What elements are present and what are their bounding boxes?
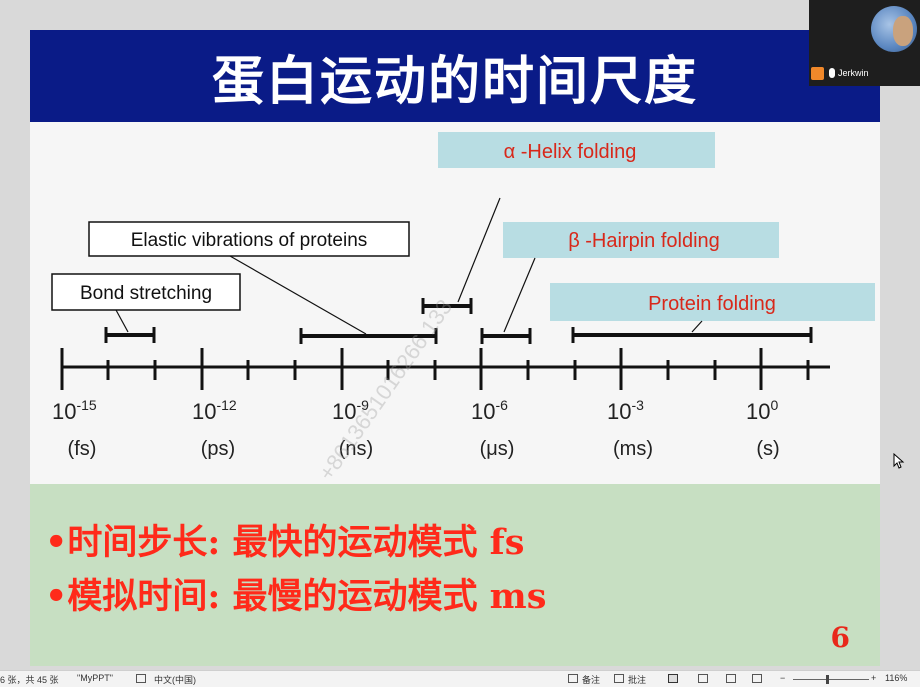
participant-name: Jerkwin [838, 68, 869, 78]
reading-view-icon[interactable] [726, 674, 736, 683]
notes-button[interactable]: 备注 [582, 673, 600, 686]
protein-folding-range-bar [571, 327, 813, 343]
bullet-time-step: •时间步长: 最快的运动模式 fs [45, 522, 525, 563]
zoom-level[interactable]: 116% [885, 673, 907, 683]
protein-folding-connector [691, 320, 703, 333]
page-number: 6 [830, 621, 850, 654]
unit-label: (ps) [201, 438, 235, 460]
slideshow-icon[interactable] [752, 674, 762, 683]
participant-face [893, 16, 913, 46]
theme-name: "MyPPT" [77, 673, 113, 683]
language-indicator[interactable]: 中文(中国) [154, 673, 196, 686]
slide-counter: 6 张，共 45 张 [0, 675, 59, 685]
microphone-icon [829, 68, 835, 78]
tick-label: 10-3 [607, 397, 644, 424]
bullet-simulation-time: •模拟时间: 最慢的运动模式 ms [45, 576, 547, 617]
tick-label: 10-6 [471, 397, 508, 424]
unit-label: (ms) [613, 438, 653, 460]
presentation-slide: 蛋白运动的时间尺度 α -Helix folding β -Hairpin fo… [30, 30, 880, 666]
slide-sorter-icon[interactable] [698, 674, 708, 683]
comments-button[interactable]: 批注 [628, 673, 646, 686]
beta-hairpin-label: β -Hairpin folding [568, 230, 720, 252]
alpha-helix-connector [457, 197, 501, 303]
participant-name-tag: Jerkwin [811, 64, 869, 82]
protein-folding-label: Protein folding [648, 293, 776, 315]
title-bar: 蛋白运动的时间尺度 [30, 30, 880, 122]
beta-hairpin-range-bar [480, 328, 532, 344]
alpha-helix-label: α -Helix folding [504, 141, 637, 163]
spellcheck-icon[interactable] [136, 674, 146, 683]
webcam-thumbnail[interactable]: Jerkwin [809, 0, 920, 86]
minor-ticks [106, 360, 810, 380]
beta-hairpin-connector [503, 257, 536, 333]
bond-range-bar [104, 327, 156, 343]
notes-icon[interactable] [568, 674, 578, 683]
timescale-diagram: α -Helix folding β -Hairpin folding Prot… [51, 132, 875, 485]
bond-stretching-label: Bond stretching [80, 283, 212, 304]
elastic-connector [229, 255, 367, 335]
timeline-area: α -Helix folding β -Hairpin folding Prot… [30, 122, 880, 485]
slide-title: 蛋白运动的时间尺度 [211, 51, 698, 112]
mouse-cursor-icon [893, 453, 905, 469]
app-window: 蛋白运动的时间尺度 α -Helix folding β -Hairpin fo… [0, 0, 920, 687]
unit-label: (μs) [480, 438, 515, 460]
zoom-out-button[interactable]: − [780, 673, 785, 683]
normal-view-icon[interactable] [668, 674, 678, 683]
unit-label: (s) [756, 438, 779, 460]
person-icon [811, 66, 824, 80]
tick-label: 10-15 [52, 397, 97, 424]
bullet-area: •时间步长: 最快的运动模式 fs •模拟时间: 最慢的运动模式 ms 6 [30, 484, 880, 666]
tick-label: 10-12 [192, 397, 237, 424]
zoom-in-button[interactable]: + [871, 673, 876, 683]
zoom-slider-thumb[interactable] [826, 675, 829, 684]
zoom-slider[interactable] [793, 679, 869, 680]
elastic-vibrations-label: Elastic vibrations of proteins [131, 230, 368, 251]
unit-label: (fs) [68, 438, 97, 460]
participant-avatar [871, 6, 917, 52]
status-bar: 6 张，共 45 张 "MyPPT" 中文(中国) 备注 批注 − + 116% [0, 670, 920, 687]
tick-label: 100 [746, 397, 778, 424]
unit-labels: (fs) (ps) (ns) (μs) (ms) (s) [68, 438, 780, 460]
tick-labels: 10-15 10-12 10-9 10-6 10-3 100 [52, 397, 778, 424]
watermark: +8613651016266 133 [314, 295, 458, 484]
bond-connector [115, 309, 129, 333]
comments-icon[interactable] [614, 674, 624, 683]
